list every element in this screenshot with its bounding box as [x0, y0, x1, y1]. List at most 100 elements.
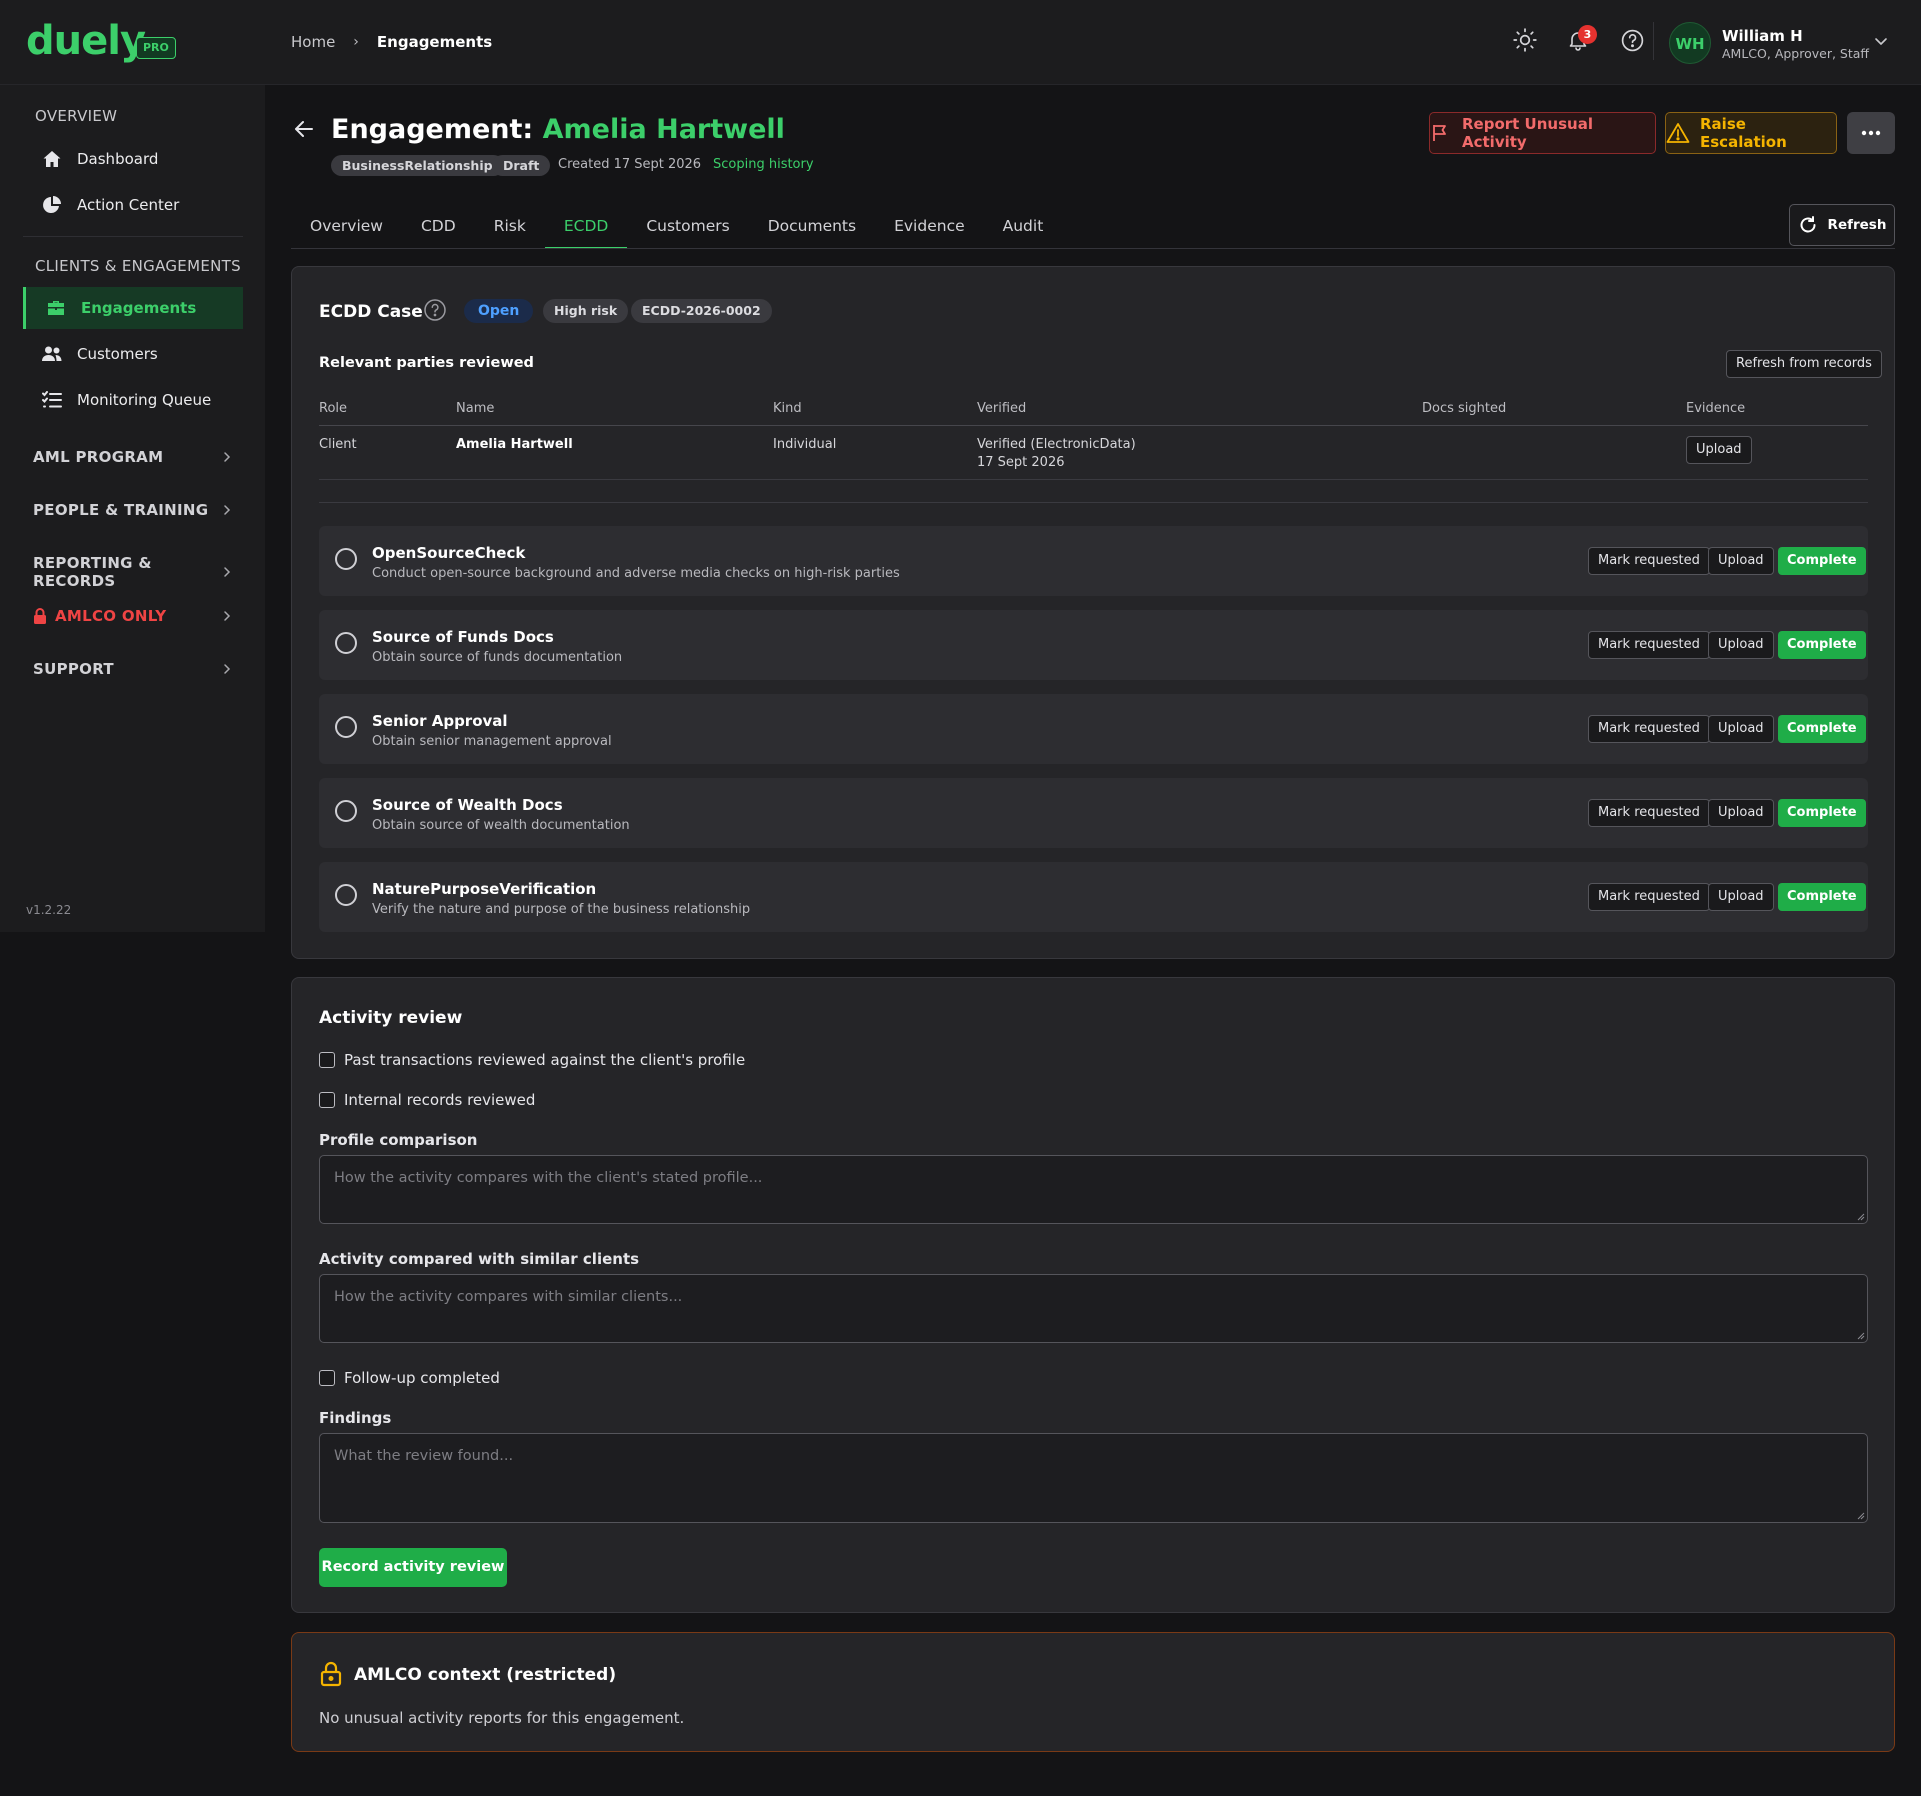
task-description: Verify the nature and purpose of the bus… [372, 902, 751, 917]
users-icon [41, 343, 63, 365]
similar-clients-textarea[interactable]: How the activity compares with similar c… [319, 1274, 1868, 1343]
ecdd-case-title: ECDD Case [319, 302, 423, 322]
check-followup-completed[interactable]: Follow-up completed [319, 1369, 500, 1387]
complete-button[interactable]: Complete [1778, 631, 1866, 659]
sun-icon[interactable] [1510, 25, 1540, 55]
brand-logo[interactable]: duely [26, 18, 146, 64]
more-icon [1861, 130, 1881, 136]
task-description: Conduct open-source background and adver… [372, 566, 900, 581]
tag-business-relationship: BusinessRelationship [331, 155, 504, 176]
mark-requested-button[interactable]: Mark requested [1588, 631, 1710, 659]
sidebar-group-label: AMLCO ONLY [55, 607, 167, 625]
task-status-radio[interactable] [335, 884, 357, 906]
sidebar-group-label: SUPPORT [33, 660, 114, 678]
report-unusual-activity-button[interactable]: Report Unusual Activity [1429, 112, 1656, 154]
help-icon[interactable] [423, 298, 447, 322]
party-upload-button[interactable]: Upload [1686, 436, 1752, 464]
tab-cdd[interactable]: CDD [402, 203, 475, 249]
mark-requested-button[interactable]: Mark requested [1588, 883, 1710, 911]
party-kind: Individual [773, 437, 837, 452]
mark-requested-button[interactable]: Mark requested [1588, 715, 1710, 743]
sidebar-item-engagements[interactable]: Engagements [23, 287, 243, 329]
checkbox[interactable] [319, 1092, 335, 1108]
resize-handle-icon[interactable] [1857, 1512, 1865, 1520]
textarea-placeholder: What the review found... [334, 1448, 514, 1464]
refresh-from-records-button[interactable]: Refresh from records [1726, 350, 1882, 378]
chevron-down-icon[interactable] [1873, 33, 1889, 49]
upload-button[interactable]: Upload [1708, 799, 1774, 827]
resize-handle-icon[interactable] [1857, 1332, 1865, 1340]
mark-requested-button[interactable]: Mark requested [1588, 547, 1710, 575]
complete-button[interactable]: Complete [1778, 883, 1866, 911]
lock-icon [33, 608, 47, 624]
task-status-radio[interactable] [335, 716, 357, 738]
raise-escalation-button[interactable]: Raise Escalation [1665, 112, 1837, 154]
breadcrumb-separator: › [353, 34, 359, 50]
sidebar-item-monitoring-queue[interactable]: Monitoring Queue [23, 379, 243, 421]
tab-documents[interactable]: Documents [749, 203, 875, 249]
complete-button[interactable]: Complete [1778, 715, 1866, 743]
tab-audit[interactable]: Audit [984, 203, 1063, 249]
sidebar-section-overview: OVERVIEW [35, 107, 118, 125]
tab-ecdd[interactable]: ECDD [544, 203, 628, 249]
complete-button[interactable]: Complete [1778, 547, 1866, 575]
user-name[interactable]: William H [1722, 27, 1803, 45]
pro-badge: PRO [136, 37, 176, 59]
upload-button[interactable]: Upload [1708, 715, 1774, 743]
sidebar-divider [23, 236, 243, 237]
checkbox[interactable] [319, 1052, 335, 1068]
sidebar-group-people-training[interactable]: PEOPLE & TRAINING [33, 501, 233, 519]
sidebar-item-label: Monitoring Queue [77, 391, 212, 409]
task-status-radio[interactable] [335, 548, 357, 570]
textarea-placeholder: How the activity compares with the clien… [334, 1170, 763, 1186]
task-status-radio[interactable] [335, 800, 357, 822]
task-nature-purpose-verification: NaturePurposeVerification Verify the nat… [319, 862, 1868, 932]
column-header-kind: Kind [773, 401, 802, 416]
mark-requested-button[interactable]: Mark requested [1588, 799, 1710, 827]
breadcrumb-home[interactable]: Home [291, 33, 335, 51]
check-internal-records[interactable]: Internal records reviewed [319, 1091, 535, 1109]
upload-button[interactable]: Upload [1708, 883, 1774, 911]
task-status-radio[interactable] [335, 632, 357, 654]
tab-overview[interactable]: Overview [291, 203, 402, 249]
table-row-line [319, 479, 1868, 480]
column-header-docs-sighted: Docs sighted [1422, 401, 1507, 416]
resize-handle-icon[interactable] [1857, 1213, 1865, 1221]
avatar[interactable]: WH [1669, 22, 1711, 64]
sidebar-item-customers[interactable]: Customers [23, 333, 243, 375]
user-roles: AMLCO, Approver, Staff [1722, 46, 1870, 61]
tab-risk[interactable]: Risk [475, 203, 545, 249]
sidebar-group-support[interactable]: SUPPORT [33, 660, 233, 678]
tab-customers[interactable]: Customers [627, 203, 748, 249]
more-options-button[interactable] [1847, 112, 1895, 154]
ecdd-case-card: ECDD Case Open High risk ECDD-2026-0002 … [291, 266, 1895, 959]
back-arrow-icon[interactable] [293, 118, 315, 140]
check-past-transactions[interactable]: Past transactions reviewed against the c… [319, 1051, 745, 1069]
chevron-right-icon [221, 663, 233, 675]
sidebar-group-label-wrap: AMLCO ONLY [33, 607, 166, 625]
upload-button[interactable]: Upload [1708, 631, 1774, 659]
task-title: OpenSourceCheck [372, 544, 526, 562]
parties-heading: Relevant parties reviewed [319, 355, 534, 371]
tab-evidence[interactable]: Evidence [875, 203, 984, 249]
help-icon[interactable] [1617, 25, 1647, 55]
scoping-history-link[interactable]: Scoping history [713, 157, 814, 172]
sidebar-item-label: Customers [77, 345, 158, 363]
upload-button[interactable]: Upload [1708, 547, 1774, 575]
task-title: Source of Wealth Docs [372, 796, 563, 814]
complete-button[interactable]: Complete [1778, 799, 1866, 827]
findings-textarea[interactable]: What the review found... [319, 1433, 1868, 1523]
report-button-label: Report Unusual Activity [1462, 115, 1593, 151]
sidebar-item-dashboard[interactable]: Dashboard [23, 138, 243, 180]
refresh-button[interactable]: Refresh [1789, 204, 1895, 246]
checkbox[interactable] [319, 1370, 335, 1386]
list-check-icon [41, 389, 63, 411]
sidebar-group-aml-program[interactable]: AML PROGRAM [33, 448, 233, 466]
sidebar-item-label: Dashboard [77, 150, 159, 168]
sidebar-group-amlco-only[interactable]: AMLCO ONLY [33, 607, 233, 625]
sidebar-item-action-center[interactable]: Action Center [23, 184, 243, 226]
sidebar-group-reporting-records[interactable]: REPORTING & RECORDS [33, 554, 233, 590]
profile-comparison-textarea[interactable]: How the activity compares with the clien… [319, 1155, 1868, 1224]
refresh-icon [1798, 215, 1818, 235]
record-activity-review-button[interactable]: Record activity review [319, 1548, 507, 1587]
